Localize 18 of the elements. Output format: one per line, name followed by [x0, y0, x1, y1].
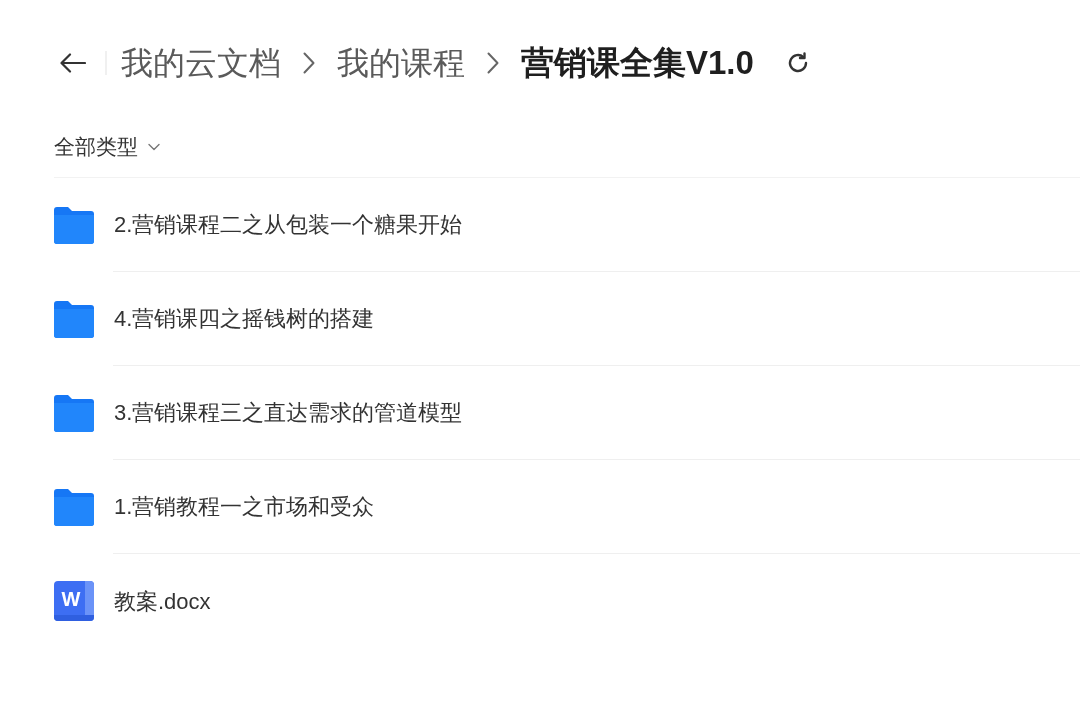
file-name[interactable]: 教案.docx [114, 584, 211, 618]
folder-icon [54, 300, 94, 338]
folder-icon [54, 488, 94, 526]
back-arrow-icon [60, 53, 86, 73]
folder-icon [54, 206, 94, 244]
word-document-icon: W [54, 581, 94, 621]
file-name[interactable]: 3.营销课程三之直达需求的管道模型 [114, 396, 463, 429]
chevron-right-icon [303, 52, 315, 74]
breadcrumb-link[interactable]: 营销课全集V1.0 [521, 41, 754, 85]
file-name[interactable]: 2.营销课程二之从包装一个糖果开始 [114, 208, 463, 241]
folder-icon [54, 394, 94, 432]
file-name[interactable]: 4.营销课四之摇钱树的搭建 [114, 302, 375, 335]
type-filter-dropdown[interactable]: 全部类型 [54, 131, 160, 163]
breadcrumb-link[interactable]: 我的课程 [337, 41, 465, 85]
chevron-down-icon [148, 143, 160, 151]
file-name[interactable]: 1.营销教程一之市场和受众 [114, 490, 375, 523]
chevron-right-icon [487, 52, 499, 74]
breadcrumb-link[interactable]: 我的云文档 [121, 41, 281, 85]
